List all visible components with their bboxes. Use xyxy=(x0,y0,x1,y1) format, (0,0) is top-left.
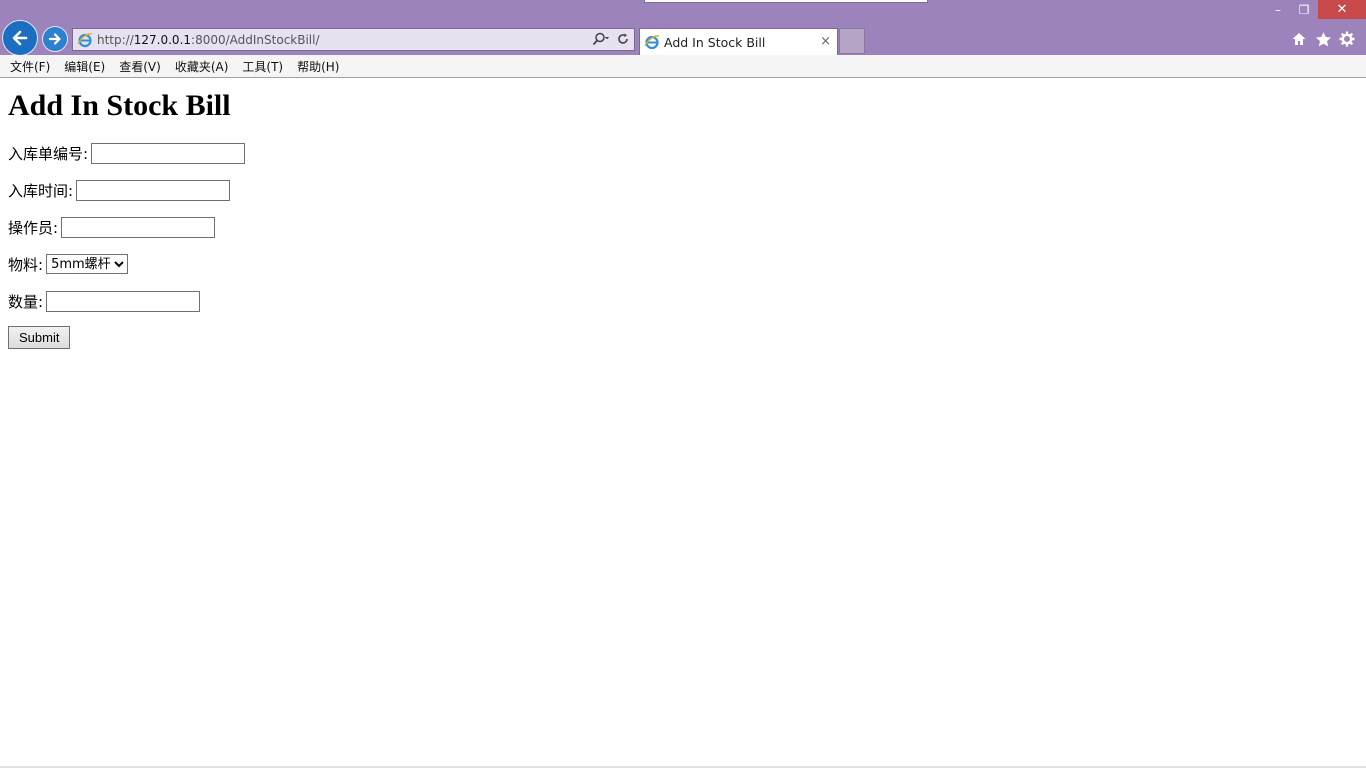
address-bar[interactable]: http://127.0.0.1:8000/AddInStockBill/ xyxy=(72,28,635,51)
close-tab-icon[interactable]: × xyxy=(820,34,831,49)
material-select[interactable]: 5mm螺杆 xyxy=(46,254,129,274)
arrow-left-icon xyxy=(12,30,28,46)
close-window-button[interactable]: ✕ xyxy=(1318,0,1366,19)
gear-icon[interactable] xyxy=(1338,30,1356,48)
new-tab-button[interactable] xyxy=(839,28,865,54)
menu-bar: 文件(F) 编辑(E) 查看(V) 收藏夹(A) 工具(T) 帮助(H) xyxy=(0,55,1366,78)
restore-button[interactable]: ❐ xyxy=(1292,0,1316,19)
menu-edit[interactable]: 编辑(E) xyxy=(58,58,113,75)
tab-title: Add In Stock Bill xyxy=(664,34,766,50)
menu-tools[interactable]: 工具(T) xyxy=(236,58,291,75)
page-content: Add In Stock Bill 入库单编号: 入库时间: 操作员: 物料: … xyxy=(8,79,1358,349)
stock-time-label: 入库时间: xyxy=(8,181,74,200)
page-title: Add In Stock Bill xyxy=(8,89,231,122)
url-scheme: http:// xyxy=(97,32,134,47)
address-tools xyxy=(592,31,630,49)
menu-view[interactable]: 查看(V) xyxy=(113,58,169,75)
tab-add-in-stock-bill[interactable]: Add In Stock Bill × xyxy=(639,28,838,55)
url-host: 127.0.0.1 xyxy=(133,32,192,47)
form-row-bill-number: 入库单编号: xyxy=(8,142,1358,164)
material-label: 物料: xyxy=(8,255,44,274)
operator-label: 操作员: xyxy=(8,218,59,237)
form-row-material: 物料: 5mm螺杆 xyxy=(8,253,1358,275)
favorites-star-icon[interactable] xyxy=(1314,30,1332,48)
toolbar-right-icons xyxy=(1290,30,1356,48)
bill-number-input[interactable] xyxy=(91,142,246,164)
form-row-stock-time: 入库时间: xyxy=(8,179,1358,201)
in-stock-bill-form: 入库单编号: 入库时间: 操作员: 物料: 5mm螺杆 数量: Submit xyxy=(8,142,1358,349)
minimize-button[interactable]: – xyxy=(1266,0,1290,19)
ie-logo-icon xyxy=(77,32,93,48)
bill-number-label: 入库单编号: xyxy=(8,144,89,163)
operator-input[interactable] xyxy=(61,216,216,238)
quantity-input[interactable] xyxy=(46,290,201,312)
form-row-operator: 操作员: xyxy=(8,216,1358,238)
menu-favorites[interactable]: 收藏夹(A) xyxy=(169,58,237,75)
search-icon[interactable] xyxy=(592,31,610,50)
quantity-label: 数量: xyxy=(8,292,44,311)
forward-button[interactable] xyxy=(42,26,68,52)
arrow-right-icon xyxy=(48,33,61,45)
hidden-search-box xyxy=(644,0,928,3)
form-row-quantity: 数量: xyxy=(8,290,1358,312)
url-path: :8000/AddInStockBill/ xyxy=(191,32,320,47)
menu-file[interactable]: 文件(F) xyxy=(0,58,58,75)
refresh-icon[interactable] xyxy=(616,31,630,50)
url-text: http://127.0.0.1:8000/AddInStockBill/ xyxy=(97,33,320,47)
tab-ie-logo-icon xyxy=(644,34,660,50)
stock-time-input[interactable] xyxy=(76,179,231,201)
home-icon[interactable] xyxy=(1290,30,1308,48)
back-button[interactable] xyxy=(2,20,38,56)
menu-help[interactable]: 帮助(H) xyxy=(291,58,347,75)
browser-titlebar: – ❐ ✕ http://127.0.0.1:8000/AddInStockBi… xyxy=(0,0,1366,56)
submit-button[interactable]: Submit xyxy=(8,326,71,349)
